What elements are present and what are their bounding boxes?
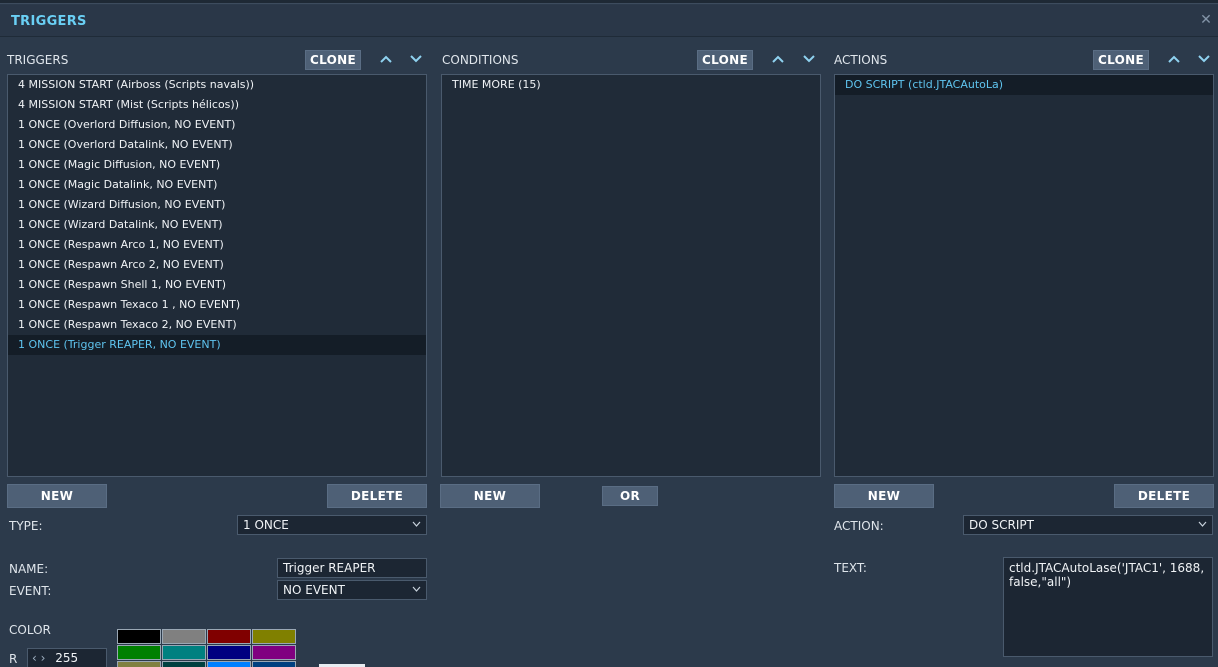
action-select-value: DO SCRIPT [969, 518, 1034, 532]
color-swatch[interactable] [117, 661, 161, 667]
list-item[interactable]: 1 ONCE (Respawn Shell 1, NO EVENT) [8, 275, 426, 295]
list-item[interactable]: 4 MISSION START (Airboss (Scripts navals… [8, 75, 426, 95]
conditions-new-button[interactable]: NEW [440, 484, 540, 508]
window-title: TRIGGERS [11, 14, 87, 29]
actions-move-down-icon[interactable] [1196, 51, 1212, 67]
color-swatch[interactable] [117, 629, 161, 644]
conditions-move-down-icon[interactable] [801, 51, 817, 67]
triggers-clone-button[interactable]: CLONE [305, 50, 361, 70]
r-stepper[interactable]: ‹ › 255 [27, 648, 107, 667]
event-select[interactable]: NO EVENT [277, 580, 427, 600]
color-swatch[interactable] [207, 645, 251, 660]
script-textarea[interactable]: ctld.JTACAutoLase('JTAC1', 1688, false,"… [1003, 557, 1213, 657]
window-top-strip [0, 0, 1218, 4]
list-item[interactable]: 1 ONCE (Respawn Texaco 2, NO EVENT) [8, 315, 426, 335]
triggers-new-button[interactable]: NEW [7, 484, 107, 508]
color-swatch[interactable] [162, 645, 206, 660]
actions-new-button[interactable]: NEW [834, 484, 934, 508]
title-bar [0, 5, 1218, 37]
color-swatch[interactable] [162, 661, 206, 667]
action-label: ACTION: [834, 519, 884, 533]
type-select[interactable]: 1 ONCE [237, 515, 427, 535]
triggers-label: TRIGGERS [7, 53, 69, 67]
conditions-clone-button[interactable]: CLONE [697, 50, 753, 70]
event-label: EVENT: [9, 584, 52, 598]
color-swatch[interactable] [252, 645, 296, 660]
r-label: R [9, 652, 18, 666]
color-swatch[interactable] [252, 661, 296, 667]
list-item[interactable]: 1 ONCE (Respawn Texaco 1 , NO EVENT) [8, 295, 426, 315]
list-item[interactable]: DO SCRIPT (ctld.JTACAutoLa) [835, 75, 1213, 95]
triggers-move-up-icon[interactable] [378, 51, 394, 67]
triggers-list[interactable]: 4 MISSION START (Airboss (Scripts navals… [7, 74, 427, 477]
text-label: TEXT: [834, 561, 867, 575]
list-item[interactable]: 1 ONCE (Overlord Datalink, NO EVENT) [8, 135, 426, 155]
list-item[interactable]: 1 ONCE (Overlord Diffusion, NO EVENT) [8, 115, 426, 135]
list-item[interactable]: 1 ONCE (Trigger REAPER, NO EVENT) [8, 335, 426, 355]
triggers-delete-button[interactable]: DELETE [327, 484, 427, 508]
color-swatch[interactable] [162, 629, 206, 644]
list-item[interactable]: 1 ONCE (Magic Diffusion, NO EVENT) [8, 155, 426, 175]
list-item[interactable]: 1 ONCE (Respawn Arco 2, NO EVENT) [8, 255, 426, 275]
actions-list[interactable]: DO SCRIPT (ctld.JTACAutoLa) [834, 74, 1214, 477]
color-swatch[interactable] [252, 629, 296, 644]
actions-label: ACTIONS [834, 53, 888, 67]
conditions-or-button[interactable]: OR [602, 486, 658, 506]
list-item[interactable]: 4 MISSION START (Mist (Scripts hélicos)) [8, 95, 426, 115]
actions-move-up-icon[interactable] [1166, 51, 1182, 67]
name-input[interactable]: Trigger REAPER [277, 558, 427, 578]
chevron-down-icon [1198, 521, 1207, 527]
chevron-down-icon [412, 521, 421, 527]
name-label: NAME: [9, 562, 49, 576]
event-select-value: NO EVENT [283, 583, 345, 597]
actions-clone-button[interactable]: CLONE [1093, 50, 1149, 70]
list-item[interactable]: 1 ONCE (Wizard Datalink, NO EVENT) [8, 215, 426, 235]
list-item[interactable]: 1 ONCE (Magic Datalink, NO EVENT) [8, 175, 426, 195]
color-swatch[interactable] [207, 661, 251, 667]
triggers-move-down-icon[interactable] [408, 51, 424, 67]
list-item[interactable]: 1 ONCE (Respawn Arco 1, NO EVENT) [8, 235, 426, 255]
color-swatch[interactable] [207, 629, 251, 644]
type-label: TYPE: [9, 519, 43, 533]
stepper-arrows-icon[interactable]: ‹ › [32, 651, 45, 665]
type-select-value: 1 ONCE [243, 518, 289, 532]
list-item[interactable]: 1 ONCE (Wizard Diffusion, NO EVENT) [8, 195, 426, 215]
actions-delete-button[interactable]: DELETE [1114, 484, 1214, 508]
close-icon[interactable]: ✕ [1199, 13, 1213, 27]
action-select[interactable]: DO SCRIPT [963, 515, 1213, 535]
conditions-list[interactable]: TIME MORE (15) [441, 74, 821, 477]
color-swatch[interactable] [117, 645, 161, 660]
r-value: 255 [55, 651, 79, 665]
color-palette [117, 629, 297, 667]
conditions-move-up-icon[interactable] [770, 51, 786, 67]
color-label: COLOR [9, 623, 51, 637]
conditions-label: CONDITIONS [442, 53, 519, 67]
chevron-down-icon [412, 586, 421, 592]
list-item[interactable]: TIME MORE (15) [442, 75, 820, 95]
